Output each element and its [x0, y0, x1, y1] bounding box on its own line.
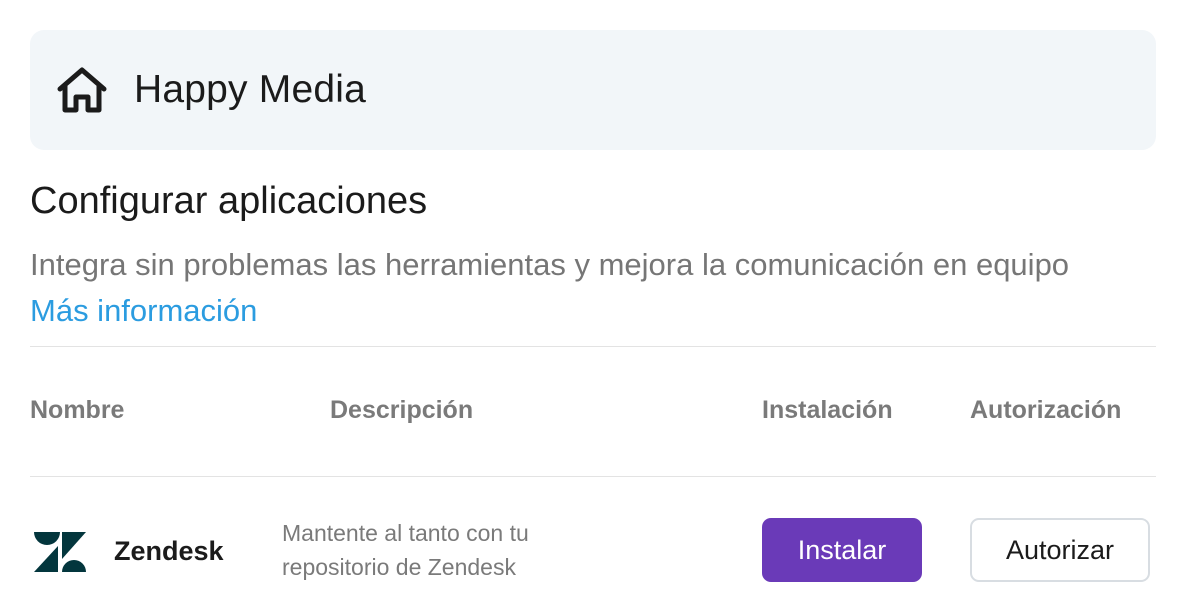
divider — [30, 346, 1156, 347]
workspace-card: Happy Media — [30, 30, 1156, 150]
authorize-button[interactable]: Autorizar — [970, 518, 1150, 582]
page-title: Configurar aplicaciones — [30, 180, 428, 222]
divider — [30, 476, 1156, 477]
zendesk-logo-icon — [32, 530, 88, 574]
app-description: Mantente al tanto con tu repositorio de … — [282, 520, 529, 580]
column-header-name: Nombre — [30, 396, 125, 424]
app-name: Zendesk — [114, 536, 224, 566]
page-subtitle: Integra sin problemas las herramientas y… — [30, 247, 1070, 282]
home-icon — [56, 64, 108, 116]
install-button[interactable]: Instalar — [762, 518, 922, 582]
more-info-link[interactable]: Más información — [30, 293, 257, 329]
column-header-auth: Autorización — [970, 396, 1122, 424]
workspace-name: Happy Media — [134, 68, 366, 111]
column-header-install: Instalación — [762, 396, 893, 424]
column-header-description: Descripción — [330, 396, 474, 424]
